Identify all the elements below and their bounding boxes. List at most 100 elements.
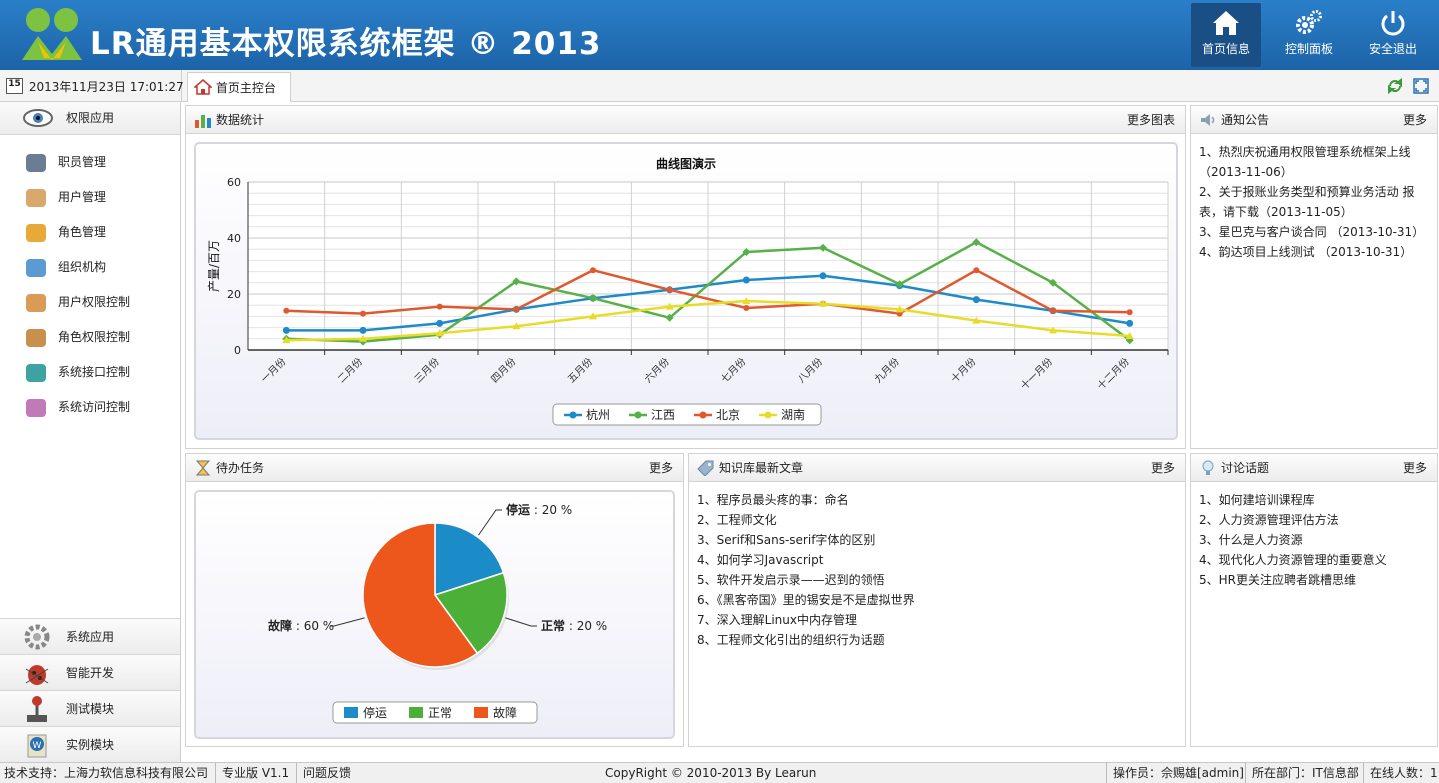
sidebar-item-label: 角色权限控制: [58, 330, 131, 344]
sidebar-group-test-module[interactable]: 测试模块: [0, 690, 180, 726]
panel-header: 知识库最新文章 更多: [689, 454, 1185, 482]
more-link[interactable]: 更多: [1151, 454, 1175, 482]
more-link[interactable]: 更多: [649, 454, 673, 482]
x-tick-label: 七月份: [719, 356, 749, 386]
data-point: [1050, 307, 1056, 314]
pie-label-value: : 20 %: [530, 503, 572, 517]
x-tick-label: 五月份: [565, 356, 595, 386]
x-tick-label: 十月份: [948, 355, 978, 385]
list-item[interactable]: 2、人力资源管理评估方法: [1199, 510, 1429, 530]
sidebar-group-smart-dev[interactable]: 智能开发: [0, 654, 180, 690]
home-info-button[interactable]: 首页信息: [1191, 3, 1261, 67]
top-bar: 15 2013年11月23日 17:01:27 首页主控台: [0, 70, 1439, 102]
sidebar-item-user-permission[interactable]: 用户权限控制: [0, 285, 180, 320]
list-item[interactable]: 1、热烈庆祝通用权限管理系统框架上线: [1199, 142, 1429, 162]
list-item[interactable]: 4、韵达项目上线测试 （2013-10-31）: [1199, 242, 1429, 262]
sidebar-item-users[interactable]: 用户管理: [0, 180, 180, 215]
department-text: 所在部门：IT信息部: [1245, 763, 1359, 783]
legend-marker: [699, 411, 707, 419]
list-item[interactable]: 6、《黑客帝国》里的锡安是不是虚拟世界: [697, 590, 1177, 610]
data-point: [1126, 319, 1134, 327]
sidebar-item-label: 系统接口控制: [58, 365, 131, 379]
sidebar-group-permission-apps[interactable]: 权限应用: [0, 102, 180, 135]
wordpress-icon: W: [27, 734, 47, 758]
datetime-text: 2013年11月23日 17:01:27: [28, 80, 184, 94]
app-title: LR通用基本权限系统框架 ® 2013: [90, 26, 602, 62]
control-panel-label: 控制面板: [1284, 42, 1333, 56]
operator-text: 操作员：佘赐雄[admin]: [1106, 763, 1244, 783]
panel-notice: 通知公告 更多 1、热烈庆祝通用权限管理系统框架上线 （2013-11-06） …: [1190, 105, 1438, 449]
chart-legend: 停运 正常 故障: [332, 701, 538, 724]
panel-header: 通知公告 更多: [1191, 106, 1437, 134]
legend-marker: [634, 411, 642, 419]
tab-home-label: 首页主控台: [215, 81, 276, 95]
sidebar-group-label: 系统应用: [66, 630, 115, 644]
list-item[interactable]: 3、星巴克与客户谈合同 （2013-10-31）: [1199, 222, 1429, 242]
legend-label: 江西: [651, 408, 675, 422]
sidebar-item-roles[interactable]: 角色管理: [0, 215, 180, 250]
legend-label: 停运: [363, 705, 387, 720]
list-item[interactable]: 1、如何建培训课程库: [1199, 490, 1429, 510]
home-info-label: 首页信息: [1201, 42, 1250, 56]
panel-title: 讨论话题: [1221, 461, 1270, 475]
sidebar-item-role-permission[interactable]: 角色权限控制: [0, 320, 180, 355]
fullscreen-icon[interactable]: [1413, 78, 1429, 97]
list-item[interactable]: 2、关于报账业务类型和预算业务活动 报: [1199, 182, 1429, 202]
list-item[interactable]: 3、什么是人力资源: [1199, 530, 1429, 550]
list-item[interactable]: 8、工程师文化引出的组织行为话题: [697, 630, 1177, 650]
home-icon: [1213, 11, 1239, 35]
more-link[interactable]: 更多: [1403, 454, 1427, 482]
panel-todo: 待办任务 更多 停运 : 20 % 正常 : 20 % 故障 : 60 % 停运 正常故…: [185, 453, 684, 747]
sidebar-group-system-apps[interactable]: 系统应用: [0, 618, 180, 654]
pie-leader-line: [478, 509, 502, 536]
refresh-icon[interactable]: [1387, 78, 1403, 97]
data-point: [436, 319, 444, 327]
y-tick-label: 20: [227, 288, 241, 301]
pie-label-name: 停运: [506, 502, 530, 517]
list-item[interactable]: 5、软件开发启示录——迟到的领悟: [697, 570, 1177, 590]
online-count: 在线人数：1: [1363, 763, 1438, 783]
line-chart-frame: 0 20 40 60 一月份 二月份 三月份 四月份 五月份 六月份 七月份 八月份 九月份 十月份 十一月…: [194, 142, 1178, 440]
panel-data-stats: 数据统计 更多图表 0 20 40 60 一月份 二月份 三月份 四月份 五月份 六月份 七月份 八月…: [185, 105, 1186, 449]
pie-chart: 停运 : 20 %正常 : 20 %故障 : 60 %停运 正常 故障: [268, 502, 607, 724]
version-text: 专业版 V1.1: [215, 763, 289, 783]
sidebar-item-interface-control[interactable]: 系统接口控制: [0, 355, 180, 390]
eye-icon: [23, 109, 53, 127]
y-axis-label: 产量/百万: [207, 240, 221, 292]
list-item[interactable]: 5、HR更关注应聘者跳槽思维: [1199, 570, 1429, 590]
support-text: 技术支持：上海力软信息科技有限公司: [4, 766, 209, 780]
pie-label-value: : 60 %: [292, 619, 334, 633]
bug-icon: [25, 665, 49, 685]
sidebar-item-staff[interactable]: 职员管理: [0, 145, 180, 180]
data-point: [359, 326, 367, 334]
more-charts-link[interactable]: 更多图表: [1127, 106, 1175, 134]
list-item[interactable]: 4、如何学习Javascript: [697, 550, 1177, 570]
data-point: [282, 326, 290, 334]
list-item[interactable]: （2013-11-06）: [1199, 162, 1429, 182]
sidebar-item-label: 用户管理: [58, 190, 107, 204]
list-item[interactable]: 2、工程师文化: [697, 510, 1177, 530]
feedback-link[interactable]: 问题反馈: [296, 763, 351, 783]
list-item[interactable]: 表，请下载（2013-11-05）: [1199, 202, 1429, 222]
legend-label: 杭州: [586, 407, 610, 422]
sidebar-item-label: 系统访问控制: [58, 400, 131, 414]
panel-title: 数据统计: [216, 113, 265, 127]
list-item[interactable]: 4、现代化人力资源管理的重要意义: [1199, 550, 1429, 570]
logout-button[interactable]: 安全退出: [1358, 3, 1428, 67]
sidebar-item-label: 角色管理: [58, 225, 107, 239]
list-item[interactable]: 7、深入理解Linux中内存管理: [697, 610, 1177, 630]
control-panel-button[interactable]: 控制面板: [1274, 3, 1344, 67]
sidebar-item-org[interactable]: 组织机构: [0, 250, 180, 285]
data-point: [743, 305, 750, 311]
sidebar-group-label: 智能开发: [66, 666, 115, 680]
sidebar-item-label: 用户权限控制: [58, 295, 131, 309]
data-point: [972, 296, 980, 304]
sidebar-item-label: 职员管理: [58, 155, 107, 169]
sidebar-item-access-control[interactable]: 系统访问控制: [0, 390, 180, 425]
list-item[interactable]: 1、程序员最头疼的事：命名: [697, 490, 1177, 510]
hourglass-icon: [195, 460, 211, 476]
list-item[interactable]: 3、Serif和Sans-serif字体的区别: [697, 530, 1177, 550]
sidebar-group-examples[interactable]: W 实例模块: [0, 726, 180, 762]
more-link[interactable]: 更多: [1403, 106, 1427, 134]
tab-home-console[interactable]: 首页主控台: [187, 72, 291, 102]
